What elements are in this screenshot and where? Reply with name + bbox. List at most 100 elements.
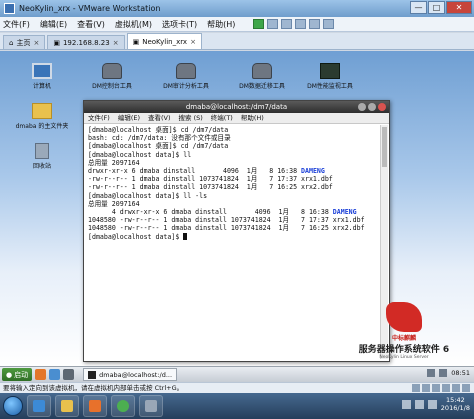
windows-start-icon[interactable] [3, 396, 23, 416]
tab-close-icon[interactable]: × [190, 38, 196, 46]
terminal-line: -rw-r--r-- 1 dmaba dinstall 1073741824 1… [88, 175, 377, 183]
ime-icon[interactable] [401, 399, 411, 409]
maximize-button[interactable]: □ [428, 1, 445, 14]
firefox-icon[interactable] [35, 369, 47, 380]
terminal-menu-edit[interactable]: 编辑(E) [118, 113, 140, 123]
terminal-line-text: -rw-r--r-- 1 dmaba dinstall 1073741824 1… [88, 175, 333, 184]
minimize-button[interactable]: — [410, 1, 427, 14]
terminal-line: 1048580 -rw-r--r-- 1 dmaba dinstall 1073… [88, 224, 377, 232]
desktop-icon-dm-audit[interactable]: DM审计分析工具 [156, 63, 216, 90]
terminal-output[interactable]: [dmaba@localhost 桌面]$ cd /dm7/data bash: … [86, 125, 379, 359]
terminal-launcher-icon[interactable] [63, 369, 75, 380]
terminal-menu-file[interactable]: 文件(F) [88, 113, 110, 123]
terminal-close-icon[interactable] [378, 103, 386, 111]
volume-icon[interactable] [439, 369, 448, 377]
terminal-icon [88, 370, 97, 379]
snapshot-manager-icon[interactable] [295, 19, 307, 29]
terminal-line-text: [dmaba@localhost 桌面]$ cd /dm7/data [88, 142, 229, 151]
vmware-title-bar: NeoKylin_xrx - VMware Workstation — □ ✕ [0, 0, 474, 17]
tab-home[interactable]: ⌂ 主页 × [3, 35, 46, 49]
usb-icon[interactable] [442, 384, 450, 392]
tab-remote-host[interactable]: ▣ 192.168.8.23 × [47, 35, 125, 49]
host-clock[interactable]: 15:42 2016/1/8 [441, 396, 470, 412]
terminal-line: 1048580 -rw-r--r-- 1 dmaba dinstall 1073… [88, 216, 377, 224]
terminal-maximize-icon[interactable] [368, 103, 376, 111]
guest-desktop[interactable]: 计算机 dmaba 的主文件夹 回收站 DM控制台工具 DM审计分析工具 DM数… [0, 51, 474, 366]
menu-view[interactable]: 查看(V) [77, 19, 105, 30]
terminal-line-text: [dmaba@localhost data]$ [88, 232, 184, 241]
cdrom-icon[interactable] [422, 384, 430, 392]
menu-edit[interactable]: 编辑(E) [40, 19, 67, 30]
network-icon[interactable] [427, 369, 436, 377]
terminal-title: dmaba@localhost:/dm7/data [185, 103, 288, 111]
taskbar-ie[interactable] [27, 395, 51, 417]
unity-icon[interactable] [323, 19, 335, 29]
terminal-menu-help[interactable]: 帮助(H) [241, 113, 264, 123]
directory-name: DAMENG [301, 167, 325, 176]
trash-icon [35, 143, 49, 159]
scrollbar-thumb[interactable] [382, 127, 387, 167]
menu-help[interactable]: 帮助(H) [207, 19, 235, 30]
chart-icon [320, 63, 340, 79]
menu-tabs[interactable]: 选项卡(T) [162, 19, 197, 30]
guest-clock[interactable]: 08:51 [451, 369, 470, 377]
terminal-menu-search[interactable]: 搜索 (S) [179, 113, 203, 123]
desktop-icon-trash[interactable]: 回收站 [12, 143, 72, 170]
logo-product: 服务器操作系统软件 6 [358, 345, 450, 355]
terminal-window-controls [358, 103, 386, 111]
network-icon[interactable] [414, 399, 424, 409]
tab-neokylin[interactable]: ▣ NeoKylin_xrx × [126, 33, 202, 49]
terminal-line: 总用量 2097164 [88, 159, 377, 167]
logo-tagline: NeoKylin Linux Server [379, 355, 429, 360]
terminal-window[interactable]: dmaba@localhost:/dm7/data 文件(F) 编辑(E) 查看… [83, 100, 390, 362]
taskbar-media[interactable] [83, 395, 107, 417]
database-icon [176, 63, 196, 79]
terminal-line-text: 总用量 2097164 [88, 158, 140, 167]
taskbar-vmware[interactable] [139, 395, 163, 417]
desktop-icon-home-folder[interactable]: dmaba 的主文件夹 [12, 103, 72, 130]
folder-icon [61, 400, 73, 412]
host-tray: 15:42 2016/1/8 [401, 396, 470, 412]
terminal-line: 4 drwxr-xr-x 6 dmaba dinstall 4096 1月 8 … [88, 208, 377, 216]
kylin-logo-icon [386, 302, 422, 332]
tab-close-icon[interactable]: × [33, 39, 39, 47]
power-on-icon[interactable] [253, 19, 265, 29]
database-icon [252, 63, 272, 79]
task-label: dmaba@localhost:/d... [99, 370, 173, 379]
fullscreen-icon[interactable] [309, 19, 321, 29]
revert-snapshot-icon[interactable] [281, 19, 293, 29]
snapshot-icon[interactable] [267, 19, 279, 29]
taskbar-explorer[interactable] [55, 395, 79, 417]
window-title: NeoKylin_xrx - VMware Workstation [19, 4, 161, 13]
database-icon [102, 63, 122, 79]
vm-icon: ▣ [132, 37, 140, 46]
mail-icon[interactable] [49, 369, 61, 380]
sound-icon[interactable] [452, 384, 460, 392]
volume-icon[interactable] [427, 399, 437, 409]
tab-close-icon[interactable]: × [113, 39, 119, 47]
tab-label: 192.168.8.23 [62, 38, 110, 47]
terminal-line: [dmaba@localhost 桌面]$ cd /dm7/data [88, 142, 377, 150]
hdd-icon[interactable] [412, 384, 420, 392]
terminal-menu-view[interactable]: 查看(V) [148, 113, 171, 123]
terminal-minimize-icon[interactable] [358, 103, 366, 111]
terminal-menu-terminal[interactable]: 终端(T) [211, 113, 233, 123]
host-taskbar: 15:42 2016/1/8 [0, 393, 474, 419]
taskbar-item-terminal[interactable]: dmaba@localhost:/d... [83, 368, 178, 381]
desktop-icon-computer[interactable]: 计算机 [12, 63, 72, 90]
taskbar-chrome[interactable] [111, 395, 135, 417]
printer-icon[interactable] [462, 384, 470, 392]
desktop-icon-dm-migration[interactable]: DM数据迁移工具 [232, 63, 292, 90]
menu-file[interactable]: 文件(F) [3, 19, 30, 30]
menu-vm[interactable]: 虚拟机(M) [115, 19, 152, 30]
terminal-title-bar[interactable]: dmaba@localhost:/dm7/data [84, 101, 389, 113]
close-button[interactable]: ✕ [446, 1, 472, 14]
guest-start-button[interactable]: ● 启动 [2, 368, 33, 381]
neokylin-logo: 中标麒麟 服务器操作系统软件 6 NeoKylin Linux Server [348, 302, 460, 360]
desktop-icon-dm-monitor[interactable]: DM性能监视工具 [300, 63, 360, 90]
start-label: 启动 [14, 370, 29, 379]
terminal-line-text: drwxr-xr-x 6 dmaba dinstall 4096 1月 8 16… [88, 167, 302, 176]
desktop-icon-dm-console[interactable]: DM控制台工具 [82, 63, 142, 90]
network-adapter-icon[interactable] [432, 384, 440, 392]
terminal-line: 总用量 2097164 [88, 200, 377, 208]
